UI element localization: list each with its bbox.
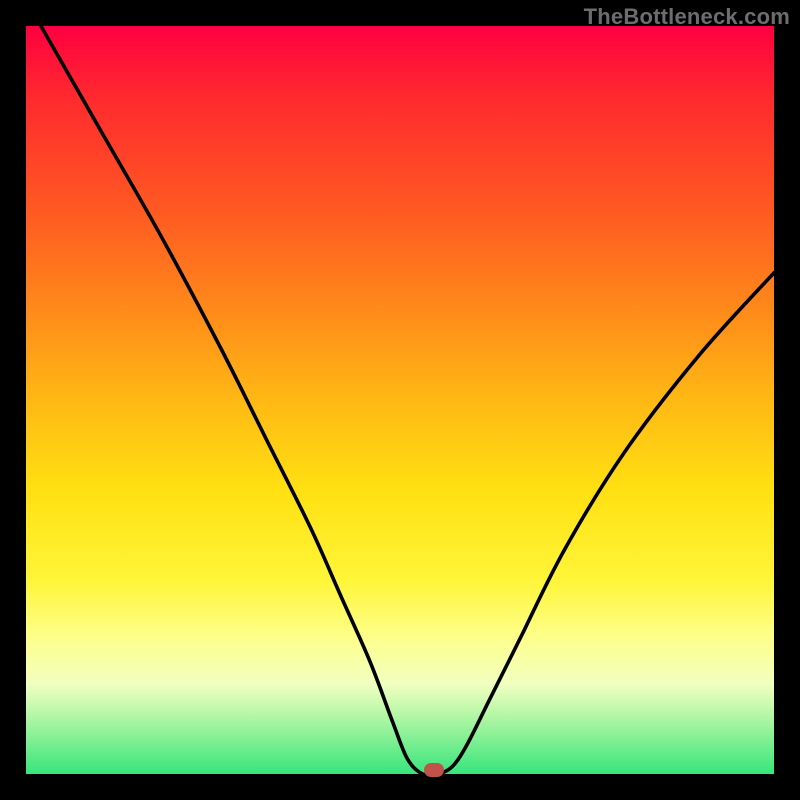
optimal-point-marker xyxy=(424,763,444,777)
bottleneck-curve-path xyxy=(41,26,774,775)
watermark-text: TheBottleneck.com xyxy=(584,4,790,30)
curve-svg xyxy=(26,26,774,774)
chart-frame: TheBottleneck.com xyxy=(0,0,800,800)
plot-area xyxy=(26,26,774,774)
